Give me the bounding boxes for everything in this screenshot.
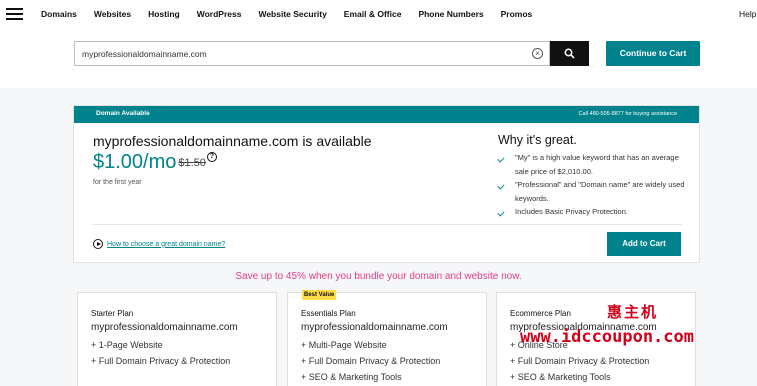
watermark-chinese: 惠主机 — [607, 303, 659, 321]
nav-menu: Domains Websites Hosting WordPress Websi… — [41, 9, 549, 19]
list-item: "My" is a high value keyword that has an… — [497, 151, 688, 178]
plan-feature: + SEO & Marketing Tools — [301, 372, 402, 382]
best-value-badge: Best Value — [302, 290, 337, 300]
help-icon[interactable]: ? — [206, 152, 217, 162]
nav-item-promos[interactable]: Promos — [501, 9, 533, 19]
price: $1.00/mo — [93, 151, 177, 173]
clear-icon[interactable]: × — [532, 48, 543, 59]
plan-domain: myprofessionaldomainname.com — [91, 322, 238, 333]
buying-assistance-phone: Call 480-505-8877 for buying assistance — [578, 111, 677, 117]
search-icon — [564, 48, 575, 59]
plan-feature: + Full Domain Privacy & Protection — [510, 356, 650, 366]
list-item: Includes Basic Privacy Protection. — [497, 205, 688, 219]
plan-name: Essentials Plan — [301, 309, 356, 318]
why-item-text: "Professional" and "Domain name" are wid… — [515, 180, 685, 203]
why-great-list: "My" is a high value keyword that has an… — [497, 151, 688, 219]
top-nav: Domains Websites Hosting WordPress Websi… — [0, 0, 757, 28]
plan-card-starter[interactable]: Starter Plan myprofessionaldomainname.co… — [77, 292, 277, 386]
plan-domain: myprofessionaldomainname.com — [301, 322, 448, 333]
search-button[interactable] — [550, 41, 589, 66]
check-icon — [497, 155, 505, 163]
domain-headline: myprofessionaldomainname.com is availabl… — [93, 133, 372, 149]
plan-name: Starter Plan — [91, 309, 134, 318]
continue-to-cart-button[interactable]: Continue to Cart — [606, 41, 700, 66]
why-great-title: Why it's great. — [498, 133, 577, 147]
plan-card-essentials[interactable]: Best Value Essentials Plan myprofessiona… — [287, 290, 487, 386]
old-price: $1.50 — [178, 157, 206, 169]
nav-item-hosting[interactable]: Hosting — [148, 9, 180, 19]
plan-feature: + 1-Page Website — [91, 340, 163, 350]
add-to-cart-button[interactable]: Add to Cart — [607, 232, 681, 256]
plan-feature: + SEO & Marketing Tools — [510, 372, 611, 382]
nav-item-websites[interactable]: Websites — [94, 9, 131, 19]
plan-feature: + Full Domain Privacy & Protection — [301, 356, 441, 366]
play-icon — [93, 239, 103, 249]
why-item-text: Includes Basic Privacy Protection. — [515, 207, 628, 216]
divider — [93, 224, 682, 225]
check-icon — [497, 182, 505, 190]
domain-search-box: × — [74, 41, 550, 66]
how-to-choose-domain-link[interactable]: How to choose a great domain name? — [107, 241, 225, 248]
howto-link-row[interactable]: How to choose a great domain name? — [93, 239, 225, 249]
domain-search-input[interactable] — [75, 42, 515, 65]
plan-name: Ecommerce Plan — [510, 309, 571, 318]
nav-item-domains[interactable]: Domains — [41, 9, 77, 19]
watermark-url: www.idccoupon.com — [520, 327, 694, 347]
plan-feature: + Full Domain Privacy & Protection — [91, 356, 231, 366]
price-term: for the first year — [93, 179, 142, 186]
price-row: $1.00/mo $1.50? — [93, 151, 217, 174]
check-icon — [497, 209, 505, 217]
nav-item-wordpress[interactable]: WordPress — [197, 9, 242, 19]
list-item: "Professional" and "Domain name" are wid… — [497, 178, 688, 205]
card-header: Domain Available Call 480-505-8877 for b… — [74, 106, 699, 123]
why-item-text: "My" is a high value keyword that has an… — [515, 153, 679, 176]
nav-item-phone-numbers[interactable]: Phone Numbers — [418, 9, 483, 19]
nav-item-email-office[interactable]: Email & Office — [344, 9, 402, 19]
bundle-promo-text: Save up to 45% when you bundle your doma… — [235, 271, 522, 282]
plan-feature: + Multi-Page Website — [301, 340, 387, 350]
nav-item-website-security[interactable]: Website Security — [258, 9, 326, 19]
domain-available-card: Domain Available Call 480-505-8877 for b… — [73, 105, 700, 263]
hamburger-menu-icon[interactable] — [6, 8, 23, 20]
card-header-title: Domain Available — [96, 110, 150, 117]
nav-help-link[interactable]: Help — [739, 9, 756, 19]
search-bar: × Continue to Cart — [0, 28, 757, 88]
